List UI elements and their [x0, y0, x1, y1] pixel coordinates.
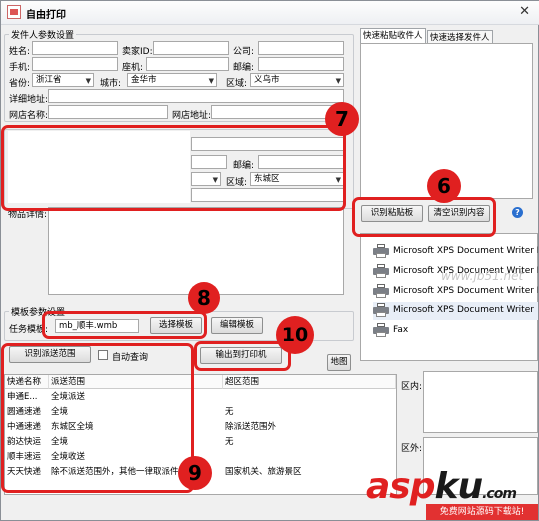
shop-name-label: 网店名称: [9, 111, 49, 121]
inside-range-textarea[interactable] [423, 371, 538, 433]
chevron-down-icon: ▼ [208, 77, 214, 85]
brand-part-b: ku [434, 466, 484, 507]
printer-item[interactable]: Fax [373, 322, 538, 340]
highlight-box-print [194, 341, 291, 371]
company-input[interactable] [258, 41, 344, 55]
table-cell: 除派送范围外 [225, 422, 277, 432]
tab-paste-receiver[interactable]: 快速粘贴收件人 [360, 28, 426, 44]
printer-icon [373, 264, 389, 278]
site-watermark: www.jb51.net [441, 269, 524, 283]
province-value: 浙江省 [36, 75, 62, 85]
goods-detail-textarea[interactable] [48, 207, 344, 295]
brand-part-a: asp [366, 466, 435, 507]
province-label: 省份: [9, 79, 31, 89]
highlight-box-template [42, 311, 207, 339]
landline-label: 座机: [122, 63, 144, 73]
mobile-input[interactable] [32, 57, 118, 71]
mobile-label: 手机: [9, 63, 31, 73]
inside-range-label: 区内: [401, 382, 423, 392]
address-label: 详细地址: [9, 95, 49, 105]
table-cell [223, 390, 396, 404]
printer-label: Microsoft XPS Document Writer P [393, 286, 538, 296]
printer-label: Microsoft XPS Document Writer [393, 305, 534, 315]
printer-item[interactable]: Microsoft XPS Document Writer P [373, 283, 538, 301]
landline-input[interactable] [146, 57, 229, 71]
printer-label: Fax [393, 325, 409, 335]
city-value: 金华市 [131, 75, 157, 85]
province-select[interactable]: 浙江省 ▼ [32, 73, 94, 87]
printer-icon [373, 284, 389, 298]
sender-zip-input[interactable] [258, 57, 344, 71]
brand-part-c: .com [482, 486, 517, 502]
printer-icon [373, 244, 389, 258]
printer-icon [373, 323, 389, 337]
brand-tagline: 免费网站源码下载站! [426, 504, 538, 520]
shop-url-label: 网店地址: [172, 111, 212, 121]
close-icon[interactable]: ✕ [519, 4, 530, 19]
name-label: 姓名: [9, 47, 31, 57]
seller-id-input[interactable] [153, 41, 229, 55]
annotation-badge-6: 6 [427, 169, 461, 203]
sender-group-title: 发件人参数设置 [9, 28, 77, 41]
column-header[interactable]: 超区范围 [223, 375, 396, 389]
chevron-down-icon: ▼ [85, 77, 91, 85]
help-icon[interactable]: ? [512, 207, 523, 218]
app-icon [7, 5, 21, 19]
city-select[interactable]: 金华市 ▼ [127, 73, 217, 87]
annotation-badge-7: 7 [325, 102, 359, 136]
city-label: 城市: [100, 79, 122, 89]
app-window: 自由打印 ✕ 发件人参数设置 姓名: 卖家ID: 公司: 手机: 座机: 邮编:… [0, 0, 539, 521]
name-input[interactable] [32, 41, 118, 55]
seller-id-label: 卖家ID: [122, 47, 153, 57]
annotation-badge-8: 8 [188, 282, 220, 314]
outside-range-label: 区外: [401, 444, 423, 454]
district-value: 义乌市 [254, 75, 280, 85]
district-label: 区域: [226, 79, 248, 89]
annotation-badge-10: 10 [276, 316, 314, 354]
sender-zip-label: 邮编: [233, 63, 255, 73]
highlight-box-paste-buttons [352, 197, 496, 237]
window-title: 自由打印 [26, 10, 66, 21]
address-input[interactable] [48, 89, 344, 103]
printer-item[interactable]: Microsoft XPS Document Writer P [373, 243, 538, 261]
map-button[interactable]: 地图 [327, 354, 351, 371]
shop-name-input[interactable] [48, 105, 168, 119]
table-cell: 无 [225, 437, 234, 447]
table-cell [223, 450, 396, 464]
highlight-box-receiver [1, 125, 346, 211]
chevron-down-icon: ▼ [335, 77, 341, 85]
annotation-badge-9: 9 [178, 456, 212, 490]
table-cell: 无 [225, 407, 234, 417]
company-label: 公司: [233, 47, 255, 57]
brand-watermark: aspku.com [366, 466, 517, 507]
district-select[interactable]: 义乌市 ▼ [250, 73, 344, 87]
title-bar: 自由打印 ✕ [1, 1, 539, 25]
printer-icon [373, 303, 389, 317]
edit-template-button[interactable]: 编辑模板 [211, 317, 263, 334]
printer-label: Microsoft XPS Document Writer P [393, 246, 538, 256]
printer-item[interactable]: Microsoft XPS Document Writer [373, 302, 538, 320]
highlight-box-table [1, 343, 194, 493]
